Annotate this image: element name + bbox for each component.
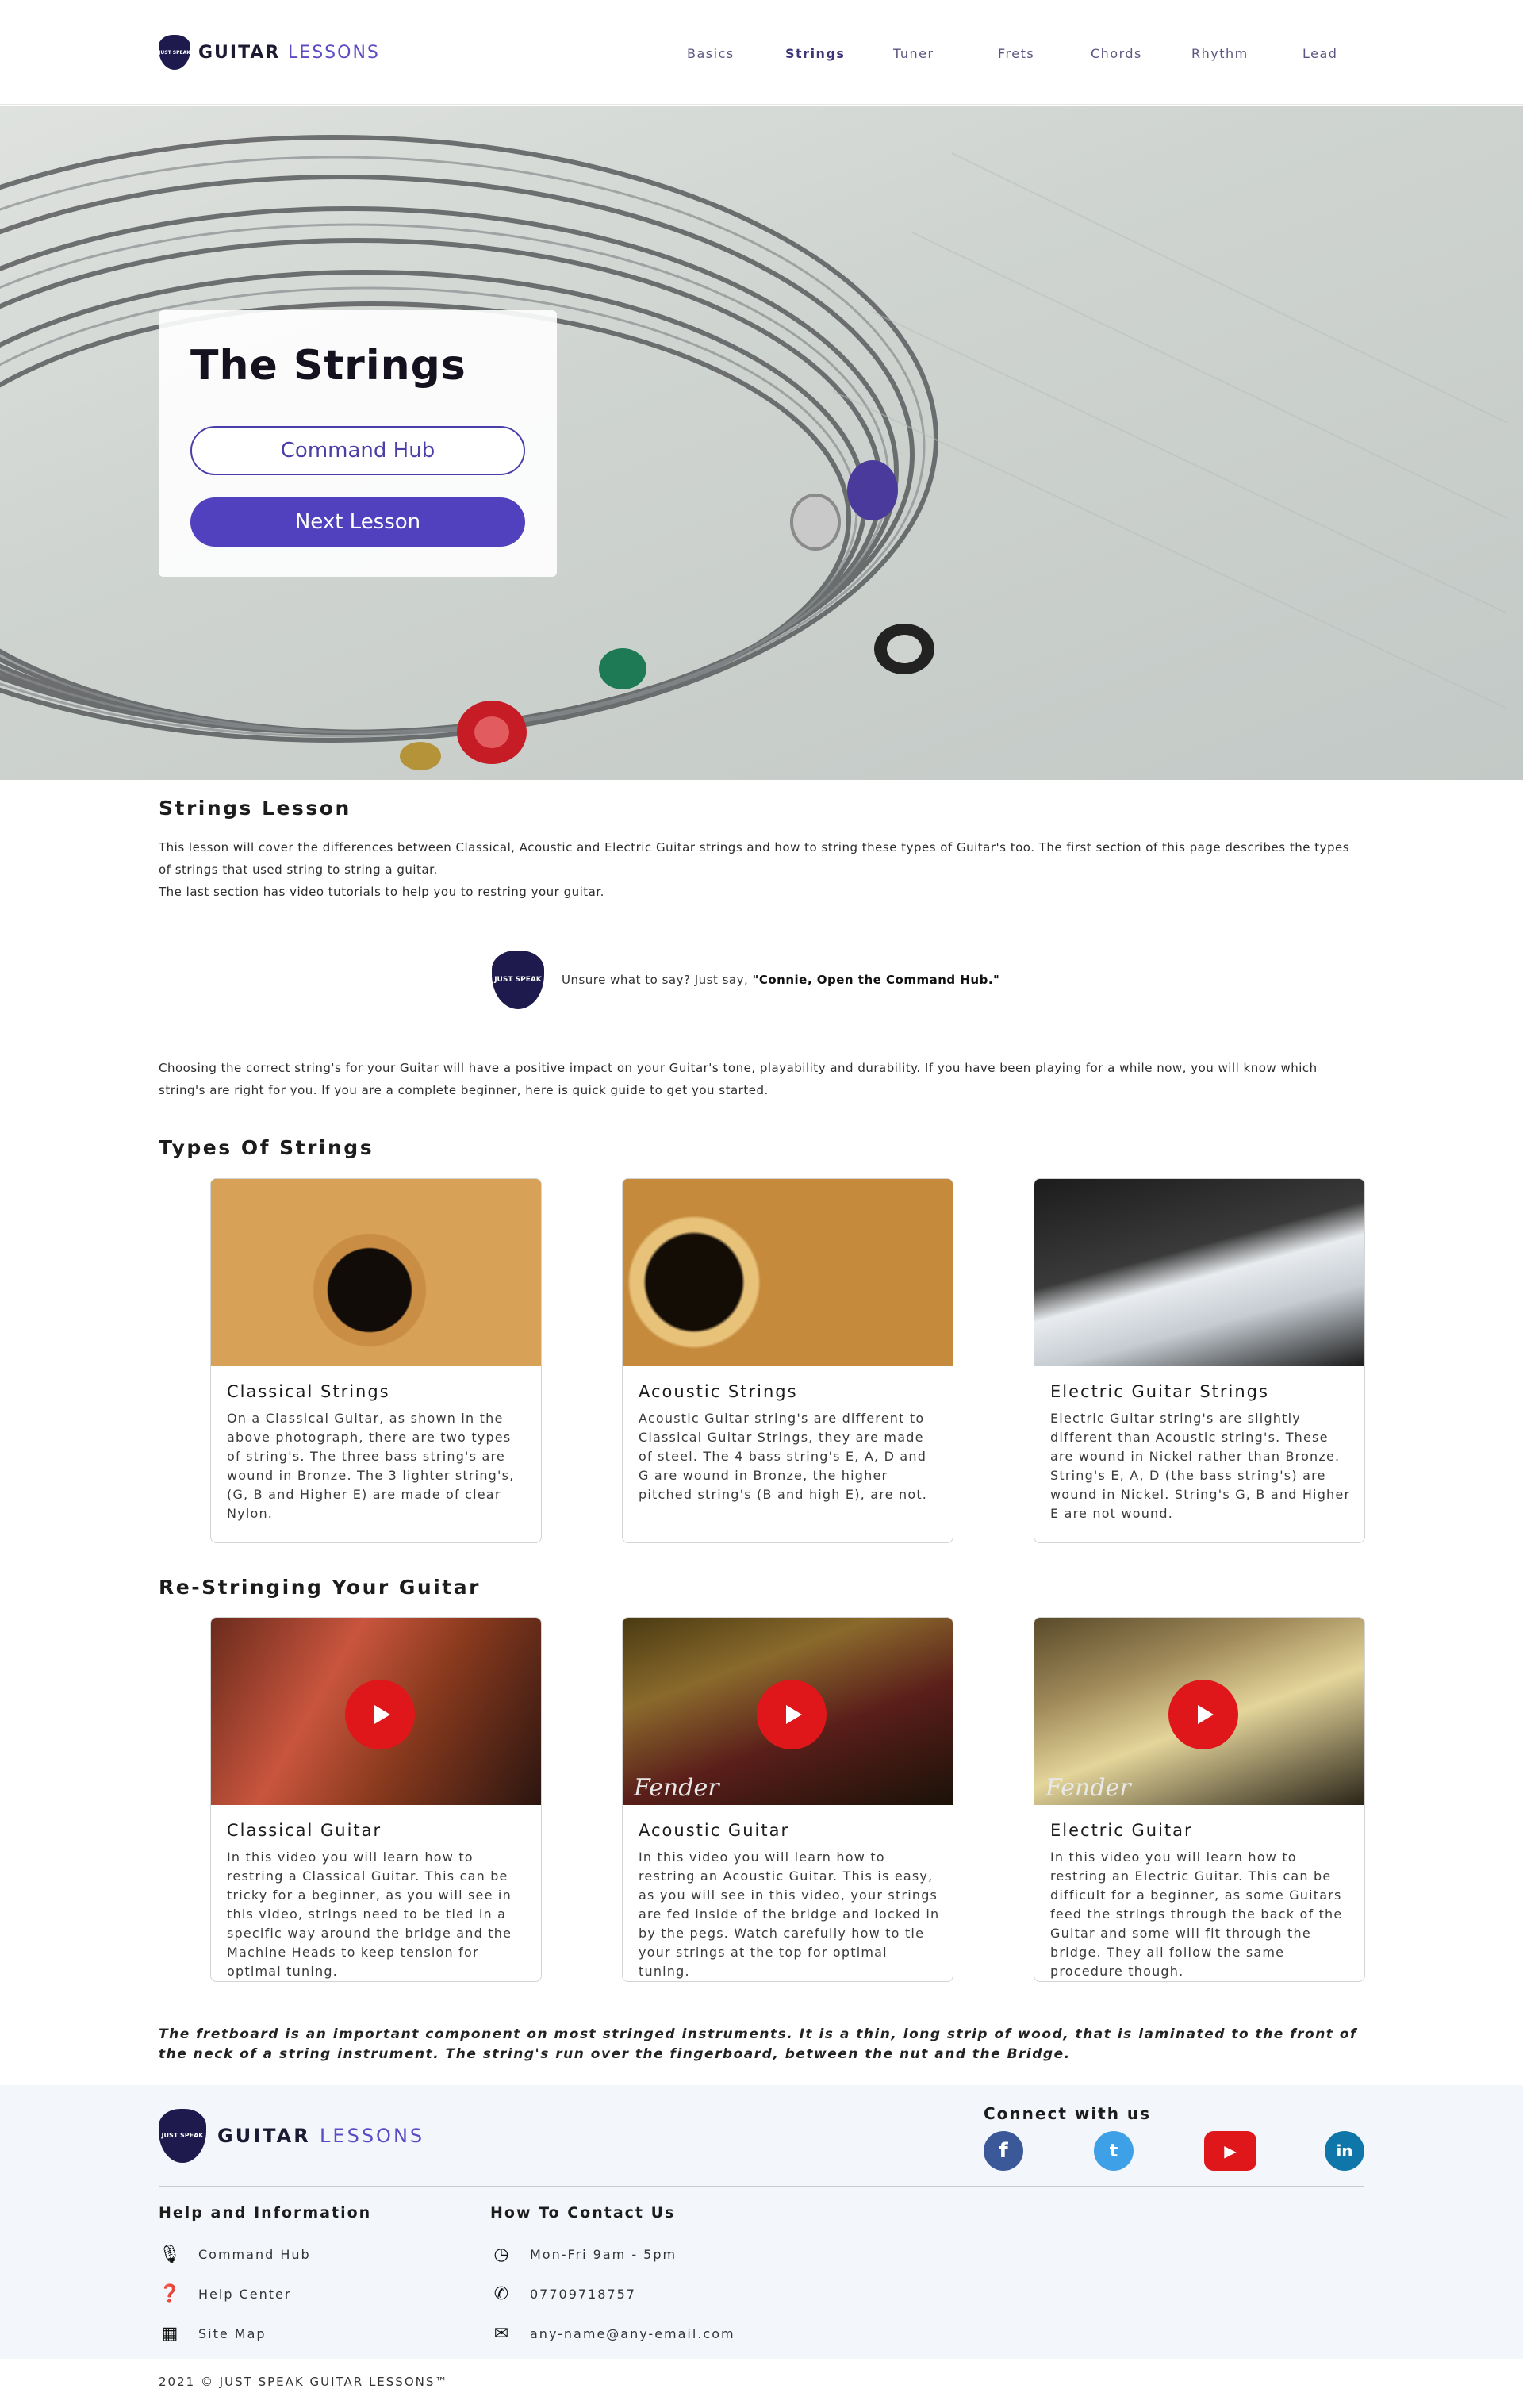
nav-frets[interactable]: Frets — [998, 46, 1034, 61]
contact-hours-label: Mon-Fri 9am - 5pm — [530, 2246, 677, 2262]
lesson-intro: This lesson will cover the differences b… — [159, 836, 1364, 903]
footer-logo-text: GUITAR LESSONS — [217, 2125, 424, 2147]
string-type-card: Classical Strings On a Classical Guitar,… — [210, 1178, 542, 1543]
card-text: In this video you will learn how to rest… — [1050, 1849, 1343, 1979]
fretboard-quote: The fretboard is an important component … — [159, 2026, 1357, 2062]
contact-email[interactable]: ✉ any-name@any-email.com — [490, 2322, 735, 2345]
contact-heading: How To Contact Us — [490, 2204, 676, 2222]
assist-phrase: "Connie, Open the Command Hub." — [752, 973, 1000, 987]
contact-email-label[interactable]: any-name@any-email.com — [530, 2326, 735, 2341]
choosing-strings-text: Choosing the correct string's for your G… — [159, 1061, 1318, 1097]
footer-logo-accent: LESSONS — [320, 2125, 425, 2147]
footer-link-site-map[interactable]: ▦ Site Map — [159, 2322, 267, 2345]
site-header: JUST SPEAK GUITAR LESSONS Basics Strings… — [0, 0, 1523, 105]
connect-heading: Connect with us — [984, 2104, 1152, 2123]
assist-pick-text: JUST SPEAK — [494, 975, 542, 984]
twitter-icon[interactable]: t — [1094, 2131, 1134, 2171]
electric-video-thumbnail[interactable]: Fender — [1034, 1618, 1364, 1805]
classical-guitar-image — [211, 1179, 541, 1366]
card-title: Electric Guitar Strings — [1050, 1382, 1269, 1401]
video-card[interactable]: Fender Acoustic Guitar In this video you… — [622, 1617, 953, 1982]
help-heading: Help and Information — [159, 2204, 372, 2222]
footer-pick-text: JUST SPEAK — [161, 2132, 204, 2139]
phone-icon: ✆ — [493, 2283, 511, 2304]
card-title: Electric Guitar — [1050, 1821, 1193, 1840]
card-title: Classical Guitar — [227, 1821, 382, 1840]
question-icon: ❓ — [159, 2283, 182, 2304]
site-footer: JUST SPEAK GUITAR LESSONS Connect with u… — [0, 2085, 1523, 2359]
lesson-intro-1: This lesson will cover the differences b… — [159, 840, 1350, 877]
guitar-pick-logo-icon: JUST SPEAK — [159, 2109, 206, 2163]
acoustic-guitar-image — [623, 1179, 953, 1366]
voice-assistant-hint: JUST SPEAK Unsure what to say? Just say,… — [492, 951, 999, 1009]
video-card[interactable]: Fender Electric Guitar In this video you… — [1034, 1617, 1365, 1982]
page: JUST SPEAK GUITAR LESSONS Basics Strings… — [0, 0, 1523, 2408]
card-text: In this video you will learn how to rest… — [639, 1849, 940, 1979]
lesson-heading: Strings Lesson — [159, 797, 351, 820]
nav-strings[interactable]: Strings — [785, 46, 845, 61]
guitar-pick-logo-icon: JUST SPEAK — [492, 951, 544, 1009]
map-icon: ▦ — [161, 2323, 180, 2344]
contact-hours: ◷ Mon-Fri 9am - 5pm — [490, 2242, 677, 2266]
footer-logo[interactable]: JUST SPEAK GUITAR LESSONS — [159, 2109, 424, 2163]
command-hub-button[interactable]: Command Hub — [190, 426, 525, 475]
card-text: On a Classical Guitar, as shown in the a… — [227, 1411, 515, 1521]
fender-watermark: Fender — [634, 1774, 719, 1802]
footer-link-command-hub[interactable]: 🎙 Command Hub — [159, 2242, 311, 2266]
card-title: Classical Strings — [227, 1382, 390, 1401]
hero-banner: The Strings Command Hub Next Lesson — [0, 106, 1523, 780]
contact-phone-label[interactable]: 07709718757 — [530, 2287, 636, 2302]
footer-link-label[interactable]: Site Map — [198, 2326, 267, 2341]
classical-video-thumbnail[interactable] — [211, 1618, 541, 1805]
footer-link-help-center[interactable]: ❓ Help Center — [159, 2282, 291, 2306]
play-icon[interactable] — [757, 1680, 827, 1749]
fender-watermark: Fender — [1045, 1774, 1131, 1802]
linkedin-icon[interactable]: in — [1325, 2131, 1364, 2171]
footer-logo-brand: GUITAR — [217, 2125, 311, 2147]
types-heading: Types Of Strings — [159, 1136, 374, 1159]
clock-icon: ◷ — [493, 2244, 511, 2264]
microphone-icon: 🎙 — [159, 2244, 182, 2264]
card-title: Acoustic Strings — [639, 1382, 798, 1401]
copyright: 2021 © JUST SPEAK GUITAR LESSONS™ — [159, 2375, 449, 2389]
card-text: Acoustic Guitar string's are different t… — [639, 1411, 928, 1502]
card-text: In this video you will learn how to rest… — [227, 1849, 512, 1979]
mail-icon: ✉ — [493, 2323, 511, 2344]
string-type-card: Electric Guitar Strings Electric Guitar … — [1034, 1178, 1365, 1543]
footer-link-label[interactable]: Command Hub — [198, 2247, 311, 2262]
play-icon[interactable] — [1168, 1680, 1238, 1749]
electric-guitar-image — [1034, 1179, 1364, 1366]
string-type-card: Acoustic Strings Acoustic Guitar string'… — [622, 1178, 953, 1543]
lesson-intro-2: The last section has video tutorials to … — [159, 885, 604, 899]
card-text: Electric Guitar string's are slightly di… — [1050, 1411, 1351, 1521]
nav-tuner[interactable]: Tuner — [893, 46, 934, 61]
youtube-icon[interactable]: ▶ — [1204, 2131, 1256, 2171]
nav-chords[interactable]: Chords — [1091, 46, 1142, 61]
acoustic-video-thumbnail[interactable]: Fender — [623, 1618, 953, 1805]
facebook-icon[interactable]: f — [984, 2131, 1023, 2171]
next-lesson-button[interactable]: Next Lesson — [190, 497, 525, 547]
video-card[interactable]: Classical Guitar In this video you will … — [210, 1617, 542, 1982]
restring-heading: Re-Stringing Your Guitar — [159, 1576, 481, 1599]
nav-basics[interactable]: Basics — [687, 46, 735, 61]
hero-card: The Strings Command Hub Next Lesson — [159, 310, 557, 577]
footer-link-label[interactable]: Help Center — [198, 2287, 291, 2302]
page-title: The Strings — [190, 342, 466, 390]
main-nav: Basics Strings Tuner Frets Chords Rhythm… — [0, 46, 1523, 62]
nav-rhythm[interactable]: Rhythm — [1191, 46, 1249, 61]
card-title: Acoustic Guitar — [639, 1821, 790, 1840]
nav-lead[interactable]: Lead — [1302, 46, 1337, 61]
assist-prefix: Unsure what to say? Just say, — [562, 973, 753, 987]
footer-divider — [159, 2186, 1364, 2187]
contact-phone[interactable]: ✆ 07709718757 — [490, 2282, 636, 2306]
assist-text: Unsure what to say? Just say, "Connie, O… — [562, 973, 999, 987]
play-icon[interactable] — [345, 1680, 415, 1749]
